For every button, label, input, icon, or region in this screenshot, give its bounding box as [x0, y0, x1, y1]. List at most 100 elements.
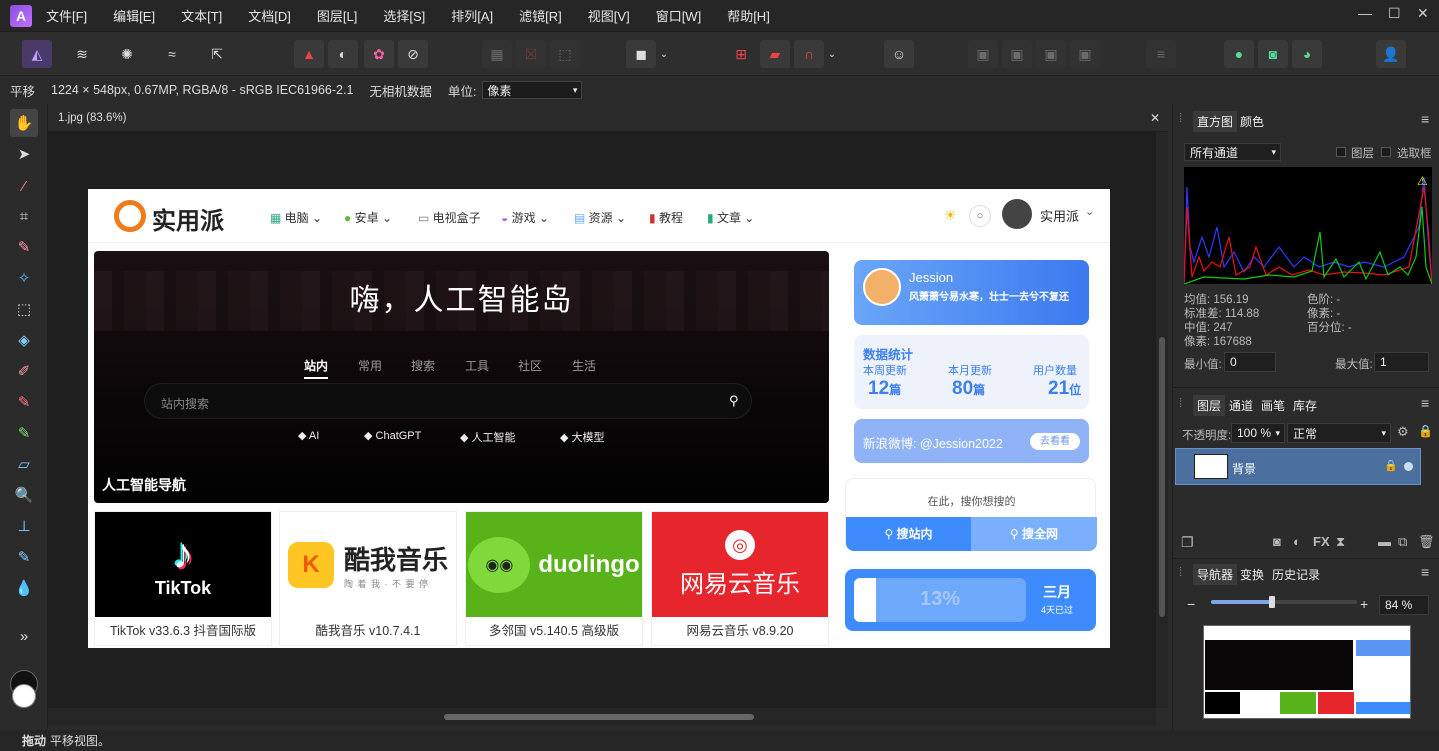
selection-checkbox[interactable]	[1381, 147, 1391, 157]
menu-arrange[interactable]: 排列[A]	[451, 6, 493, 25]
color-picker-tool-icon[interactable]: ⁄	[12, 174, 36, 198]
max-input[interactable]: 1	[1374, 352, 1429, 372]
document-tab[interactable]: 1.jpg (83.6%)	[58, 112, 126, 124]
navigator-menu-icon[interactable]: ≡	[1421, 564, 1429, 580]
duplicate-icon[interactable]: ⧉	[1398, 534, 1407, 550]
layer-row-background[interactable]: 背景 🔒	[1175, 448, 1421, 485]
menu-view[interactable]: 视图[V]	[588, 6, 630, 25]
panel-menu-icon[interactable]: ≡	[1421, 111, 1429, 127]
zoom-slider-handle[interactable]	[1269, 596, 1275, 608]
group-icon[interactable]: ▬	[1378, 534, 1391, 549]
trash-icon[interactable]: 🗑	[1418, 534, 1435, 550]
menu-layer[interactable]: 图层[L]	[317, 6, 357, 25]
layer-checkbox[interactable]	[1336, 147, 1346, 157]
move-tool-icon[interactable]: ➤	[12, 142, 36, 166]
layer-stack-icon[interactable]: ❐	[1181, 534, 1194, 551]
quick-mask-icon[interactable]: ◼	[626, 40, 656, 68]
marquee-tool-icon[interactable]: ⬚	[12, 297, 36, 321]
zoom-in-icon[interactable]: +	[1360, 596, 1368, 612]
white-balance-icon[interactable]: ⊘	[398, 40, 428, 68]
selection-mode-icon[interactable]: ▦	[482, 40, 512, 68]
layer-visibility-icon[interactable]	[1404, 462, 1413, 471]
magnet-icon[interactable]: ∩	[794, 40, 824, 68]
crop-tool-icon[interactable]: ⌗	[12, 204, 36, 228]
selection-brush-icon[interactable]: ✎	[12, 235, 36, 259]
fx-icon[interactable]: FX	[1313, 534, 1330, 549]
tone-mapping-persona-icon[interactable]: ≈	[157, 40, 187, 68]
develop-persona-icon[interactable]: ✺	[112, 40, 142, 68]
unit-select[interactable]: 像素 ▾	[482, 81, 583, 99]
eraser-icon[interactable]: ▱	[12, 452, 36, 476]
layer-lock-icon[interactable]: 🔒	[1384, 459, 1398, 472]
maximize-button[interactable]: ☐	[1388, 5, 1401, 22]
arrange-icon-1[interactable]: ▣	[968, 40, 998, 68]
menu-file[interactable]: 文件[F]	[46, 6, 87, 25]
zoom-out-icon[interactable]: −	[1187, 596, 1195, 612]
arrange-icon-4[interactable]: ▣	[1070, 40, 1100, 68]
boolean-subtract-icon[interactable]: ◙	[1258, 40, 1288, 68]
assistant-icon[interactable]: ▰	[760, 40, 790, 68]
vertical-scroll-thumb[interactable]	[1159, 337, 1165, 617]
flood-select-icon[interactable]: ✧	[12, 266, 36, 290]
opacity-input[interactable]: 100 % ▾	[1231, 423, 1285, 443]
tab-navigator[interactable]: 导航器	[1193, 564, 1238, 585]
snapping-icon[interactable]: ⊞	[726, 40, 756, 68]
paint-brush-icon[interactable]: ✎	[12, 390, 36, 414]
arrange-icon-3[interactable]: ▣	[1036, 40, 1066, 68]
layers-menu-icon[interactable]: ≡	[1421, 395, 1429, 411]
deselect-icon[interactable]: ☒	[516, 40, 546, 68]
boolean-intersect-icon[interactable]: ◕	[1292, 40, 1322, 68]
menu-help[interactable]: 帮助[H]	[727, 6, 770, 25]
mask-icon[interactable]: ◙	[1273, 534, 1281, 549]
tab-color[interactable]: 颜色	[1240, 113, 1264, 130]
chevron-down-icon[interactable]: ⌄	[656, 40, 672, 68]
menu-window[interactable]: 窗口[W]	[656, 6, 702, 25]
horizontal-scroll-thumb[interactable]	[444, 714, 754, 720]
live-filter-icon[interactable]: ⧗	[1336, 534, 1345, 550]
menu-filters[interactable]: 滤镜[R]	[519, 6, 562, 25]
liquify-persona-icon[interactable]: ≋	[67, 40, 97, 68]
close-window-button[interactable]: ✕	[1417, 5, 1429, 22]
blend-mode-select[interactable]: 正常 ▾	[1287, 423, 1391, 443]
menu-edit[interactable]: 编辑[E]	[113, 6, 155, 25]
min-input[interactable]: 0	[1224, 352, 1276, 372]
align-icon[interactable]: ≡	[1146, 40, 1176, 68]
invert-selection-icon[interactable]: ⬚	[550, 40, 580, 68]
navigator-preview[interactable]	[1203, 625, 1411, 719]
tab-transform[interactable]: 变换	[1240, 566, 1264, 583]
menu-document[interactable]: 文档[D]	[248, 6, 291, 25]
hand-tool-icon[interactable]: ✋	[10, 109, 38, 137]
zoom-input[interactable]: 84 %	[1379, 595, 1429, 615]
healing-brush-icon[interactable]: ✎	[12, 545, 36, 569]
levels-icon[interactable]: ▲	[294, 40, 324, 68]
tab-layers[interactable]: 图层	[1193, 395, 1226, 416]
chevron-down-icon-2[interactable]: ⌄	[824, 40, 840, 68]
arrange-icon-2[interactable]: ▣	[1002, 40, 1032, 68]
tab-channels[interactable]: 通道	[1229, 397, 1253, 414]
channel-select[interactable]: 所有通道 ▾	[1184, 143, 1281, 161]
secondary-color-swatch[interactable]	[12, 684, 36, 708]
menu-text[interactable]: 文本[T]	[181, 6, 222, 25]
color-wheel-icon[interactable]: ✿	[364, 40, 394, 68]
pixel-brush-icon[interactable]: ✎	[12, 421, 36, 445]
horizontal-scrollbar[interactable]	[48, 708, 1156, 726]
vertical-scrollbar[interactable]	[1156, 132, 1168, 708]
export-persona-icon[interactable]: ⇱	[202, 40, 232, 68]
photo-persona-icon[interactable]: ◭	[22, 40, 52, 68]
tab-history[interactable]: 历史记录	[1272, 566, 1320, 583]
flood-fill-icon[interactable]: ◈	[12, 328, 36, 352]
blur-tool-icon[interactable]: 💧	[12, 576, 36, 600]
menu-select[interactable]: 选择[S]	[383, 6, 425, 25]
auto-contrast-icon[interactable]: ◐	[328, 40, 358, 68]
assistant-robot-icon[interactable]: ☺	[884, 40, 914, 68]
clone-tool-icon[interactable]: ⊥	[12, 514, 36, 538]
tab-stock[interactable]: 库存	[1293, 397, 1317, 414]
minimize-button[interactable]: —	[1358, 5, 1372, 21]
more-tools-icon[interactable]: »	[12, 624, 36, 648]
account-icon[interactable]: 👤	[1376, 40, 1406, 68]
zoom-tool-icon[interactable]: 🔍	[12, 483, 36, 507]
pen-tool-icon[interactable]: ✐	[12, 359, 36, 383]
lock-icon[interactable]: 🔒	[1418, 424, 1433, 438]
boolean-add-icon[interactable]: ●	[1224, 40, 1254, 68]
tab-brushes[interactable]: 画笔	[1261, 397, 1285, 414]
